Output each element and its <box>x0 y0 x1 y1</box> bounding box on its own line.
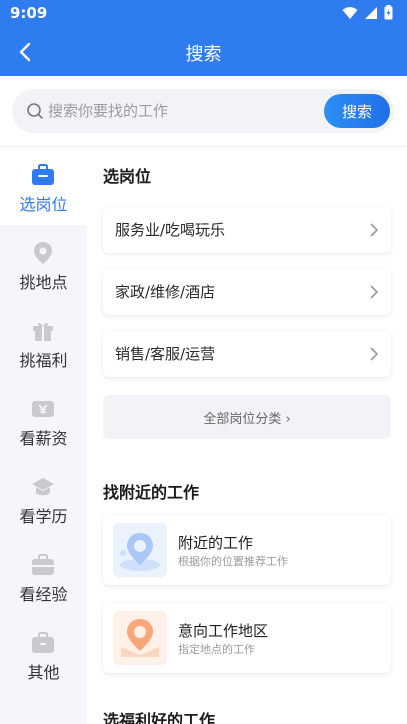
sidebar-item-label: 看经验 <box>19 585 68 604</box>
search-icon <box>27 103 43 119</box>
status-time: 9:09 <box>10 4 48 22</box>
graduation-cap-icon <box>32 478 54 496</box>
sidebar-item-benefits[interactable]: 挑福利 <box>0 303 87 381</box>
category-label: 服务业/吃喝玩乐 <box>115 221 226 239</box>
section-title-nearby: 找附近的工作 <box>103 483 200 502</box>
sidebar: 选岗位 挑地点 挑福利 看薪资 看学历 看经验 其他 <box>0 147 87 724</box>
main-content: 选岗位 服务业/吃喝玩乐 家政/维修/酒店 销售/客服/运营 全部岗位分类 › … <box>87 147 407 724</box>
category-label: 家政/维修/酒店 <box>115 283 216 301</box>
toolbox-icon <box>32 554 54 575</box>
nearby-card-subtitle: 根据你的位置推荐工作 <box>178 555 288 568</box>
status-icons <box>342 5 393 20</box>
sidebar-item-experience[interactable]: 看经验 <box>0 537 87 615</box>
page-title: 搜索 <box>185 44 222 65</box>
all-categories-label: 全部岗位分类 › <box>203 412 291 427</box>
location-pin-illustration-icon <box>113 611 167 665</box>
bag-icon <box>32 632 54 653</box>
sidebar-item-other[interactable]: 其他 <box>0 615 87 693</box>
briefcase-icon <box>32 164 54 185</box>
sidebar-item-label: 其他 <box>27 663 60 682</box>
app-bar: 搜索 <box>0 28 407 76</box>
sidebar-item-location[interactable]: 挑地点 <box>0 225 87 303</box>
signal-icon <box>365 6 377 19</box>
sidebar-item-positions[interactable]: 选岗位 <box>0 147 87 225</box>
map-pin-illustration-icon <box>113 523 167 577</box>
location-pin-icon <box>34 242 52 264</box>
search-button[interactable]: 搜索 <box>324 94 390 128</box>
search-bar: 搜索 <box>12 89 394 133</box>
wifi-icon <box>342 6 358 19</box>
status-bar: 9:09 <box>0 0 407 28</box>
sidebar-item-salary[interactable]: 看薪资 <box>0 381 87 459</box>
category-item[interactable]: 服务业/吃喝玩乐 <box>103 207 391 253</box>
category-label: 销售/客服/运营 <box>115 345 216 363</box>
all-categories-button[interactable]: 全部岗位分类 › <box>103 395 391 439</box>
nearby-card-title: 附近的工作 <box>178 534 254 552</box>
sidebar-item-label: 挑地点 <box>19 273 68 292</box>
search-input[interactable] <box>48 89 298 133</box>
sidebar-item-label: 看薪资 <box>19 429 68 448</box>
gift-icon <box>33 322 53 341</box>
preferred-area-subtitle: 指定地点的工作 <box>178 643 255 656</box>
section-title-positions: 选岗位 <box>103 167 152 186</box>
chevron-right-icon <box>370 223 379 237</box>
chevron-right-icon <box>370 285 379 299</box>
yen-icon <box>32 401 54 417</box>
category-item[interactable]: 家政/维修/酒店 <box>103 269 391 315</box>
battery-icon <box>384 5 393 20</box>
preferred-area-card[interactable]: 意向工作地区 指定地点的工作 <box>103 603 391 673</box>
preferred-area-title: 意向工作地区 <box>178 622 269 640</box>
sidebar-item-education[interactable]: 看学历 <box>0 459 87 537</box>
sidebar-item-label: 挑福利 <box>19 351 68 370</box>
sidebar-item-label: 选岗位 <box>19 195 68 214</box>
chevron-right-icon <box>370 347 379 361</box>
nearby-jobs-card[interactable]: 附近的工作 根据你的位置推荐工作 <box>103 515 391 585</box>
section-title-benefits: 选福利好的工作 <box>103 711 216 724</box>
sidebar-item-label: 看学历 <box>19 507 68 526</box>
category-item[interactable]: 销售/客服/运营 <box>103 331 391 377</box>
